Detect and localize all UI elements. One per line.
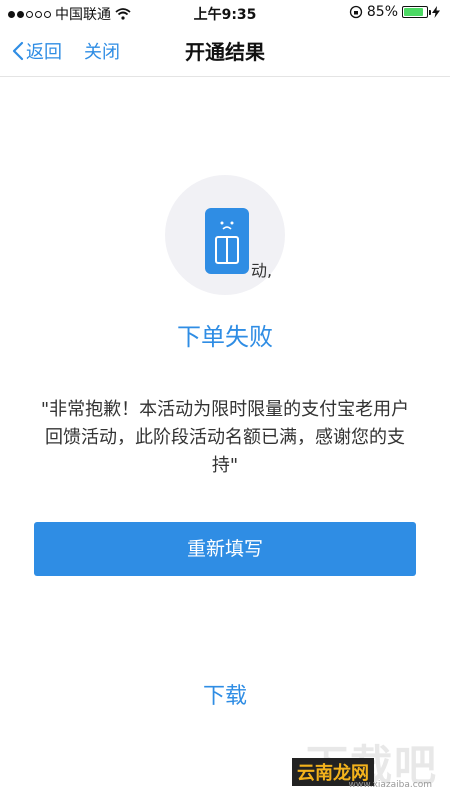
sim-chip-icon <box>215 236 239 264</box>
battery-percent: 85% <box>366 4 398 20</box>
status-bar: 中国联通 上午9:35 85% <box>0 0 450 24</box>
download-link[interactable]: 下载 <box>0 678 450 710</box>
result-message: "非常抱歉！本活动为限时限量的支付宝老用户回馈活动，此阶段活动名额已满，感谢您的… <box>40 399 410 476</box>
page-title: 开通结果 <box>185 40 265 64</box>
sad-face-icon <box>220 221 234 230</box>
illustration-caption: 动, <box>251 261 273 280</box>
navigation-bar: 返回 关闭 开通结果 <box>0 24 450 77</box>
refill-button[interactable]: 重新填写 <box>34 522 416 576</box>
battery-fill <box>404 8 423 16</box>
result-title: 下单失败 <box>177 323 273 351</box>
rotation-lock-icon <box>349 5 363 19</box>
battery-icon <box>402 6 431 18</box>
watermark: 下载吧 云南龙网 www.xiazaiba.com <box>288 732 438 790</box>
charging-icon <box>432 6 440 18</box>
sim-card-sad-icon <box>205 208 249 274</box>
status-right: 85% <box>349 4 440 20</box>
watermark-url: www.xiazaiba.com <box>348 780 432 790</box>
